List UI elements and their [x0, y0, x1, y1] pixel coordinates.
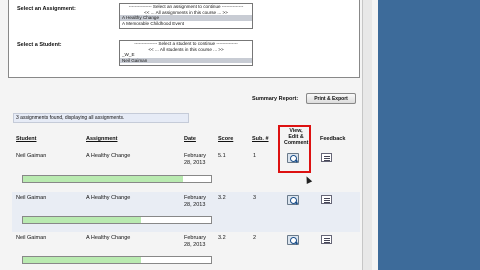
student-option[interactable]: Neil Gaiman — [120, 57, 252, 64]
selection-panel: Select an Assignment: --------------- Se… — [8, 0, 360, 78]
highlight-box — [278, 125, 311, 173]
cell-date: February 28, 2013 — [184, 153, 207, 166]
cell-submission: 2 — [253, 235, 257, 241]
cell-submission: 3 — [253, 195, 257, 201]
column-header-student[interactable]: Student — [16, 136, 36, 142]
column-header-assignment[interactable]: Assignment — [86, 136, 117, 142]
results-count: 3 assignments found, displaying all assi… — [13, 113, 189, 123]
document-icon[interactable] — [321, 195, 332, 204]
score-progress-fill — [23, 176, 183, 182]
assignment-option[interactable]: --------------- Select an assignment to … — [120, 4, 252, 10]
student-option[interactable]: --------------- Select a student to cont… — [120, 41, 252, 47]
score-progress-bar — [22, 216, 212, 224]
assignment-select-label: Select an Assignment: — [17, 6, 76, 12]
score-progress-bar — [22, 256, 212, 264]
gradebook-page: Select an Assignment: --------------- Se… — [0, 0, 378, 270]
cell-student: Neil Gaiman — [16, 235, 47, 241]
document-icon[interactable] — [321, 153, 332, 162]
score-progress-bar — [22, 175, 212, 183]
cell-date: February 28, 2013 — [184, 235, 207, 248]
assignment-option[interactable]: A Memorable Childhood Event — [120, 21, 252, 27]
column-header-score[interactable]: Score — [218, 136, 233, 142]
column-header-date[interactable]: Date — [184, 136, 196, 142]
cell-assignment: A Healthy Change — [86, 235, 131, 241]
cell-submission: 1 — [253, 153, 257, 159]
score-progress-fill — [23, 217, 142, 223]
cell-student: Neil Gaiman — [16, 195, 47, 201]
table-row: Neil Gaiman A Healthy Change February 28, … — [12, 192, 360, 232]
cell-score: 3.2 — [218, 235, 226, 241]
summary-report-label: Summary Report: — [252, 96, 299, 102]
cell-score: 5.1 — [218, 153, 226, 159]
column-header-submission[interactable]: Sub. # — [252, 136, 269, 142]
cell-assignment: A Healthy Change — [86, 153, 131, 159]
magnifier-icon[interactable] — [287, 195, 299, 205]
assignment-listbox[interactable]: --------------- Select an assignment to … — [119, 3, 253, 29]
cell-assignment: A Healthy Change — [86, 195, 131, 201]
cell-date: February 28, 2013 — [184, 195, 207, 208]
table-row: Neil Gaiman A Healthy Change February 28, … — [12, 232, 360, 270]
vertical-scrollbar[interactable] — [362, 0, 372, 270]
cell-student: Neil Gaiman — [16, 153, 47, 159]
student-select-label: Select a Student: — [17, 42, 62, 48]
cell-score: 3.2 — [218, 195, 226, 201]
score-progress-fill — [23, 257, 142, 263]
column-header-feedback: Feedback — [320, 136, 346, 142]
magnifier-icon[interactable] — [287, 235, 299, 245]
student-listbox[interactable]: --------------- Select a student to cont… — [119, 40, 253, 66]
print-export-button[interactable]: Print & Export — [306, 93, 356, 104]
document-icon[interactable] — [321, 235, 332, 244]
